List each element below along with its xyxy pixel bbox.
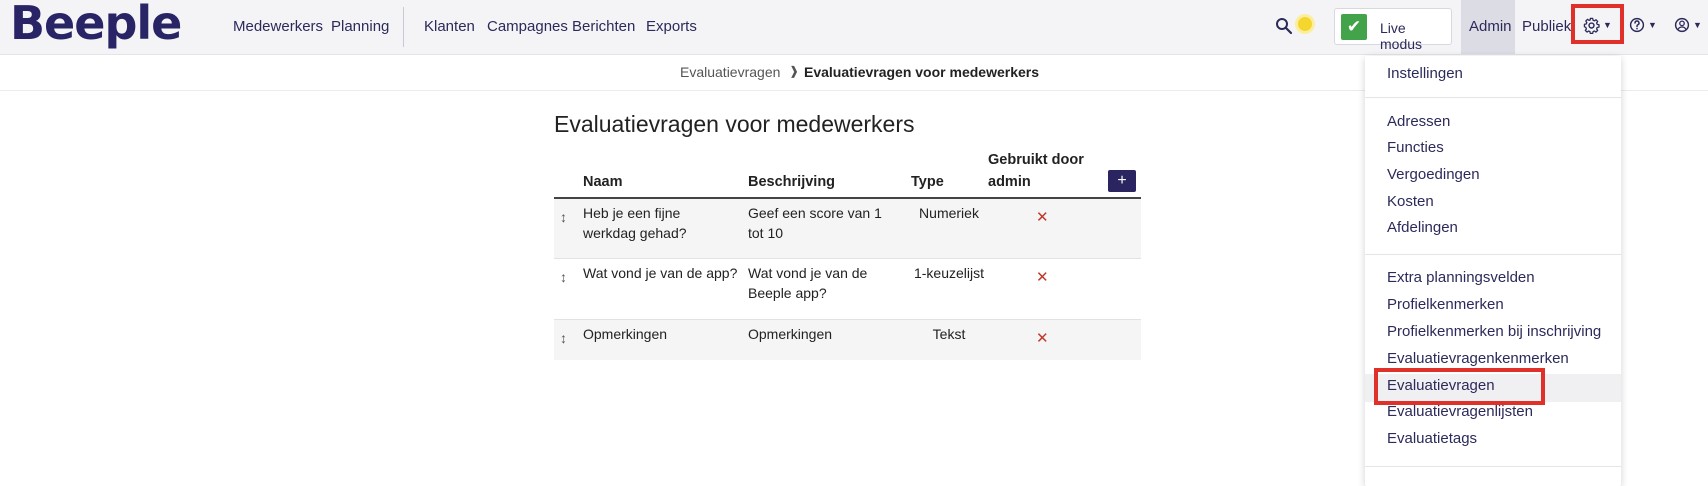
menu-item-extra-planningsvelden[interactable]: Extra planningsvelden (1387, 269, 1535, 286)
menu-item-functies[interactable]: Functies (1387, 139, 1444, 156)
settings-dropdown-menu: Instellingen Adressen Functies Vergoedin… (1365, 56, 1621, 486)
column-header-used-by-admin: Gebruikt door (988, 152, 1084, 168)
add-question-button[interactable]: + (1108, 170, 1136, 192)
drag-handle-icon[interactable]: ↕ (560, 209, 567, 225)
check-icon: ✔ (1341, 14, 1367, 40)
settings-highlight-box (1571, 4, 1624, 44)
account-menu-button[interactable]: ▼ (1674, 16, 1702, 38)
live-mode-toggle[interactable]: ✔ Live modus (1334, 8, 1452, 52)
menu-item-vergoedingen[interactable]: Vergoedingen (1387, 166, 1480, 183)
drag-handle-icon[interactable]: ↕ (560, 269, 567, 285)
row-name: Opmerkingen (583, 326, 668, 342)
drag-handle-icon[interactable]: ↕ (560, 330, 567, 346)
row-description: Opmerkingen (748, 326, 833, 342)
help-icon (1629, 17, 1645, 33)
column-header-name: Naam (583, 174, 623, 190)
menu-item-evaluatievragenlijsten[interactable]: Evaluatievragenlijsten (1387, 403, 1533, 420)
cross-icon: ✕ (1036, 209, 1049, 226)
menu-item-instellingen[interactable]: Instellingen (1387, 65, 1463, 82)
evaluatievragen-highlight-box (1374, 368, 1545, 405)
chevron-down-icon: ▼ (1648, 20, 1657, 31)
public-link[interactable]: Publiek (1522, 18, 1571, 35)
column-header-used-by-admin-line2: admin (988, 174, 1031, 190)
menu-divider (1365, 466, 1621, 467)
row-type: Numeriek (919, 205, 979, 221)
top-navbar: Beeple Medewerkers Planning Klanten Camp… (0, 0, 1708, 55)
cross-icon: ✕ (1036, 330, 1049, 347)
menu-item-profielkenmerken[interactable]: Profielkenmerken (1387, 296, 1504, 313)
row-type: 1-keuzelijst (913, 265, 985, 281)
menu-item-evaluatievragenkenmerken[interactable]: Evaluatievragenkenmerken (1387, 350, 1569, 367)
menu-item-evaluatietags[interactable]: Evaluatietags (1387, 430, 1477, 447)
menu-divider (1365, 254, 1621, 255)
live-mode-label: Live modus (1380, 20, 1423, 52)
nav-divider (403, 7, 404, 47)
cross-icon: ✕ (1036, 269, 1049, 286)
nav-berichten[interactable]: Berichten (572, 18, 635, 35)
nav-medewerkers[interactable]: Medewerkers (233, 18, 323, 35)
status-indicator-icon (1298, 17, 1312, 31)
user-icon (1674, 17, 1690, 33)
page-title: Evaluatievragen voor medewerkers (554, 111, 915, 137)
admin-tab[interactable]: Admin (1461, 0, 1515, 54)
table-row[interactable]: ↕ Wat vond je van de app? Wat vond je va… (554, 259, 1141, 320)
column-header-description: Beschrijving (748, 174, 836, 190)
breadcrumb-current: Evaluatievragen voor medewerkers (804, 64, 1040, 80)
row-description: Wat vond je van de Beeple app? (748, 265, 868, 301)
nav-klanten[interactable]: Klanten (424, 18, 475, 35)
column-header-type: Type (911, 174, 944, 190)
table-row[interactable]: ↕ Heb je een fijne werkdag gehad? Geef e… (554, 199, 1141, 259)
chevron-down-icon: ▼ (1693, 20, 1702, 31)
menu-item-kosten[interactable]: Kosten (1387, 193, 1434, 210)
menu-divider (1365, 97, 1621, 98)
row-type: Tekst (932, 326, 966, 342)
beeple-logo[interactable]: Beeple (10, 0, 182, 50)
breadcrumb-separator-icon: ❱ (789, 64, 800, 78)
menu-item-afdelingen[interactable]: Afdelingen (1387, 219, 1458, 236)
nav-exports[interactable]: Exports (646, 18, 697, 35)
search-icon[interactable] (1275, 17, 1293, 35)
help-menu-button[interactable]: ▼ (1629, 16, 1657, 38)
row-name: Wat vond je van de app? (583, 265, 738, 281)
nav-campagnes[interactable]: Campagnes (487, 18, 568, 35)
nav-planning[interactable]: Planning (331, 18, 389, 35)
row-description: Geef een score van 1 tot 10 (748, 205, 882, 241)
admin-label: Admin (1469, 18, 1512, 35)
table-row[interactable]: ↕ Opmerkingen Opmerkingen Tekst ✕ (554, 320, 1141, 360)
breadcrumb-parent[interactable]: Evaluatievragen (680, 64, 780, 80)
menu-item-profielkenmerken-bij-inschrijving[interactable]: Profielkenmerken bij inschrijving (1387, 323, 1601, 340)
row-name: Heb je een fijne werkdag gehad? (583, 205, 687, 241)
menu-item-adressen[interactable]: Adressen (1387, 113, 1450, 130)
